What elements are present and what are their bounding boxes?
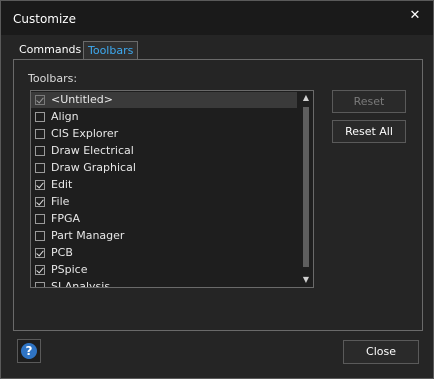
help-icon: ? xyxy=(21,343,37,359)
help-button[interactable]: ? xyxy=(17,339,41,363)
list-scrollbar[interactable]: ▲ ▼ xyxy=(299,91,313,287)
close-icon[interactable]: ✕ xyxy=(405,6,425,26)
toolbar-list-item[interactable]: Draw Electrical xyxy=(31,143,297,159)
checkbox-icon[interactable] xyxy=(35,180,45,190)
toolbar-list-item[interactable]: PSpice xyxy=(31,262,297,278)
scroll-up-arrow-icon[interactable]: ▲ xyxy=(299,91,313,105)
toolbar-list-item[interactable]: SI Analysis xyxy=(31,279,297,288)
toolbar-list-item[interactable]: PCB xyxy=(31,245,297,261)
toolbar-item-label: Draw Electrical xyxy=(51,144,134,157)
toolbar-list-item[interactable]: Draw Graphical xyxy=(31,160,297,176)
toolbar-item-label: CIS Explorer xyxy=(51,127,119,140)
toolbar-item-label: File xyxy=(51,195,70,208)
checkbox-icon[interactable] xyxy=(35,146,45,156)
toolbar-list-item[interactable]: <Untitled> xyxy=(31,92,297,108)
checkbox-icon[interactable] xyxy=(35,129,45,139)
toolbar-item-label: Edit xyxy=(51,178,73,191)
dialog-title: Customize xyxy=(13,12,76,26)
checkbox-icon[interactable] xyxy=(35,265,45,275)
toolbar-item-label: Draw Graphical xyxy=(51,161,136,174)
toolbars-tab-panel: Toolbars: SI Analysis PSpice PCB Part Manag… xyxy=(13,59,423,331)
checkbox-icon[interactable] xyxy=(35,163,45,173)
title-bar: Customize ✕ xyxy=(1,1,433,35)
close-button[interactable]: Close xyxy=(343,340,419,364)
scroll-down-arrow-icon[interactable]: ▼ xyxy=(299,273,313,287)
scroll-thumb[interactable] xyxy=(303,107,309,267)
toolbar-list-item[interactable]: Edit xyxy=(31,177,297,193)
customize-dialog: Customize ✕ Commands Toolbars Toolbars: … xyxy=(0,0,434,379)
checkbox-icon[interactable] xyxy=(35,95,45,105)
checkbox-icon[interactable] xyxy=(35,214,45,224)
toolbar-list-item[interactable]: CIS Explorer xyxy=(31,126,297,142)
toolbar-item-label: Align xyxy=(51,110,79,123)
tab-toolbars[interactable]: Toolbars xyxy=(83,41,139,60)
toolbar-list-item[interactable]: Align xyxy=(31,109,297,125)
toolbar-list-item[interactable]: Part Manager xyxy=(31,228,297,244)
checkbox-icon[interactable] xyxy=(35,248,45,258)
checkbox-icon[interactable] xyxy=(35,282,45,287)
toolbars-label: Toolbars: xyxy=(28,72,78,85)
toolbar-item-label: PCB xyxy=(51,246,73,259)
reset-all-button[interactable]: Reset All xyxy=(332,120,406,143)
toolbar-list-item[interactable]: FPGA xyxy=(31,211,297,227)
tab-commands[interactable]: Commands xyxy=(15,41,85,59)
toolbar-item-label: FPGA xyxy=(51,212,81,225)
toolbar-item-label: Part Manager xyxy=(51,229,125,242)
toolbar-item-label: <Untitled> xyxy=(51,93,113,106)
toolbar-item-label: PSpice xyxy=(51,263,88,276)
toolbars-list[interactable]: SI Analysis PSpice PCB Part Manager FPGA File… xyxy=(30,90,314,288)
checkbox-icon[interactable] xyxy=(35,231,45,241)
toolbar-list-item[interactable]: File xyxy=(31,194,297,210)
checkbox-icon[interactable] xyxy=(35,197,45,207)
checkbox-icon[interactable] xyxy=(35,112,45,122)
toolbar-item-label: SI Analysis xyxy=(51,280,111,288)
reset-button[interactable]: Reset xyxy=(332,90,406,113)
